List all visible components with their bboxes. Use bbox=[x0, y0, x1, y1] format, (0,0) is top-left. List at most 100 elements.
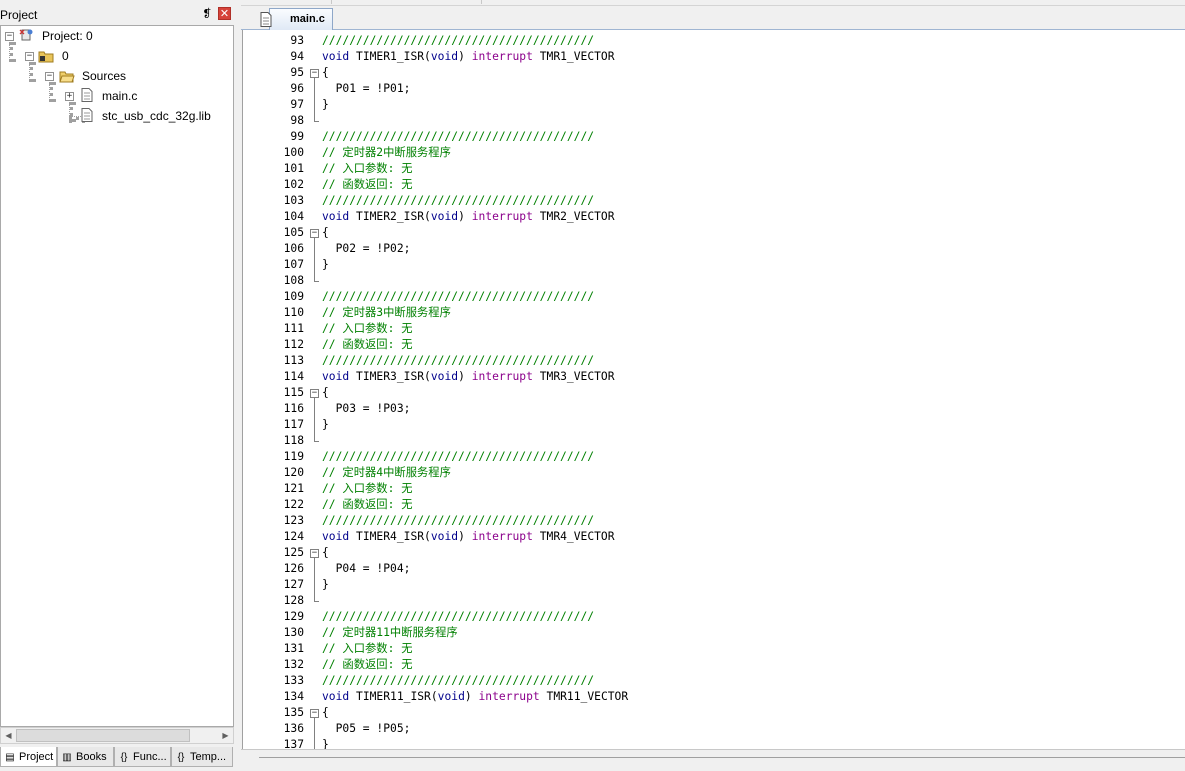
code-line: 120 // 定时器4中断服务程序 bbox=[243, 465, 1185, 481]
line-number: 107 bbox=[283, 258, 304, 271]
code-text: } bbox=[322, 97, 329, 113]
comment-text: //////////////////////////////////////// bbox=[322, 290, 595, 303]
fold-collapse-icon[interactable]: − bbox=[310, 549, 319, 558]
code-line: 101 // 入口参数: 无 bbox=[243, 161, 1185, 177]
code-line: 131 // 入口参数: 无 bbox=[243, 641, 1185, 657]
code-line: 118 bbox=[243, 433, 1185, 449]
file-icon bbox=[260, 12, 272, 27]
project-panel-header: Project ❡ ✕ bbox=[0, 6, 237, 24]
line-number: 128 bbox=[283, 594, 304, 607]
keyword-void: void bbox=[322, 370, 350, 383]
line-number: 96 bbox=[290, 82, 304, 95]
line-number: 122 bbox=[283, 498, 304, 511]
pin-icon[interactable]: ❡ bbox=[201, 8, 213, 20]
code-line: 98 bbox=[243, 113, 1185, 129]
code-line: 107} bbox=[243, 257, 1185, 273]
code-line: 136 P05 = !P05; bbox=[243, 721, 1185, 737]
line-number: 121 bbox=[283, 482, 304, 495]
code-line: 135 {− bbox=[243, 705, 1185, 721]
paren: ) bbox=[464, 690, 479, 703]
code-text: //////////////////////////////////////// bbox=[322, 129, 594, 145]
fold-collapse-icon[interactable]: − bbox=[310, 229, 319, 238]
fold-collapse-icon[interactable]: − bbox=[310, 389, 319, 398]
comment-text: //////////////////////////////////////// bbox=[322, 674, 595, 687]
line-number: 124 bbox=[283, 530, 304, 543]
code-text: //////////////////////////////////////// bbox=[322, 449, 594, 465]
comment-text: // 入口参数: 无 bbox=[322, 322, 413, 335]
code-text: // 入口参数: 无 bbox=[322, 481, 413, 497]
templates-icon: {} bbox=[177, 752, 185, 763]
line-number: 113 bbox=[283, 354, 304, 367]
fold-collapse-icon[interactable]: − bbox=[310, 709, 319, 718]
scroll-thumb[interactable] bbox=[16, 729, 190, 742]
code-text: } bbox=[322, 257, 329, 273]
code-editor[interactable]: 93 //////////////////////////////////////… bbox=[242, 30, 1185, 749]
line-number: 134 bbox=[283, 690, 304, 703]
keyword-void: void bbox=[430, 370, 459, 383]
tab-functions[interactable]: {} Func... bbox=[114, 747, 171, 767]
comment-text: //////////////////////////////////////// bbox=[322, 610, 595, 623]
code-line: 97} bbox=[243, 97, 1185, 113]
tree-node-target[interactable]: − 0 bbox=[1, 47, 231, 65]
tab-project[interactable]: ▤ Project bbox=[0, 747, 57, 767]
code-text: // 定时器3中断服务程序 bbox=[322, 305, 451, 321]
line-number: 125 bbox=[283, 546, 304, 559]
code-line: 110 // 定时器3中断服务程序 bbox=[243, 305, 1185, 321]
tree-node-sources[interactable]: − Sources bbox=[1, 67, 231, 85]
tab-books[interactable]: ▥ Books bbox=[57, 747, 114, 767]
code-statement: { bbox=[322, 386, 329, 399]
code-line: 111 // 入口参数: 无 bbox=[243, 321, 1185, 337]
code-text: // 函数返回: 无 bbox=[322, 337, 413, 353]
comment-text: // 入口参数: 无 bbox=[322, 482, 413, 495]
code-line: 133 /////////////////////////////////////… bbox=[243, 673, 1185, 689]
code-text: void TIMER4_ISR(void) interrupt TMR4_VEC… bbox=[322, 529, 615, 545]
code-line: 93 //////////////////////////////////////… bbox=[243, 33, 1185, 49]
tree-node-lib[interactable]: stc_usb_cdc_32g.lib bbox=[1, 107, 231, 125]
collapse-icon[interactable]: − bbox=[25, 52, 34, 61]
code-statement: { bbox=[322, 546, 329, 559]
tree-node-project[interactable]: − Project: 0 bbox=[1, 27, 231, 45]
line-number: 119 bbox=[283, 450, 304, 463]
code-text: // 入口参数: 无 bbox=[322, 321, 413, 337]
code-line: 114 void TIMER3_ISR(void) interrupt TMR3_… bbox=[243, 369, 1185, 385]
line-number: 136 bbox=[283, 722, 304, 735]
tab-main-c[interactable]: main.c bbox=[260, 8, 333, 30]
code-text: // 函数返回: 无 bbox=[322, 497, 413, 513]
editor-horizontal-scrollbar[interactable] bbox=[259, 757, 1185, 758]
comment-text: // 定时器3中断服务程序 bbox=[322, 306, 451, 319]
comment-text: // 定时器2中断服务程序 bbox=[322, 146, 451, 159]
code-statement: P03 = !P03; bbox=[322, 402, 411, 415]
project-panel: Project ❡ ✕ − Project: 0 − 0 − Sources +… bbox=[0, 0, 237, 771]
line-number: 115 bbox=[283, 386, 304, 399]
code-text: void TIMER1_ISR(void) interrupt TMR1_VEC… bbox=[322, 49, 615, 65]
line-number: 109 bbox=[283, 290, 304, 303]
scroll-left-icon[interactable]: ◀ bbox=[1, 728, 16, 743]
scroll-right-icon[interactable]: ▶ bbox=[218, 728, 233, 743]
tree-node-main-c[interactable]: + main.c bbox=[1, 87, 231, 105]
line-number: 133 bbox=[283, 674, 304, 687]
code-line: 102 // 函数返回: 无 bbox=[243, 177, 1185, 193]
function-name: TIMER2_ISR bbox=[356, 210, 425, 223]
keyword-void: void bbox=[430, 530, 459, 543]
books-icon: ▥ bbox=[62, 752, 72, 763]
code-line: 129 /////////////////////////////////////… bbox=[243, 609, 1185, 625]
collapse-icon[interactable]: − bbox=[45, 72, 54, 81]
collapse-icon[interactable]: − bbox=[5, 32, 14, 41]
close-icon[interactable]: ✕ bbox=[218, 7, 231, 20]
code-line: 99 //////////////////////////////////////… bbox=[243, 129, 1185, 145]
code-line: 113 /////////////////////////////////////… bbox=[243, 353, 1185, 369]
code-text: } bbox=[322, 417, 329, 433]
code-text: P01 = !P01; bbox=[322, 81, 411, 97]
line-number: 118 bbox=[283, 434, 304, 447]
comment-text: //////////////////////////////////////// bbox=[322, 194, 595, 207]
expand-icon[interactable]: + bbox=[65, 92, 74, 101]
horizontal-scrollbar[interactable]: ◀ ▶ bbox=[0, 727, 234, 744]
tab-templates[interactable]: {} Temp... bbox=[171, 747, 233, 767]
comment-text: // 定时器4中断服务程序 bbox=[322, 466, 451, 479]
code-statement: } bbox=[322, 738, 329, 749]
code-line: 117} bbox=[243, 417, 1185, 433]
fold-collapse-icon[interactable]: − bbox=[310, 69, 319, 78]
vector-name: TMR11_VECTOR bbox=[546, 690, 629, 703]
paren: ( bbox=[424, 370, 431, 383]
code-line: 96 P01 = !P01; bbox=[243, 81, 1185, 97]
